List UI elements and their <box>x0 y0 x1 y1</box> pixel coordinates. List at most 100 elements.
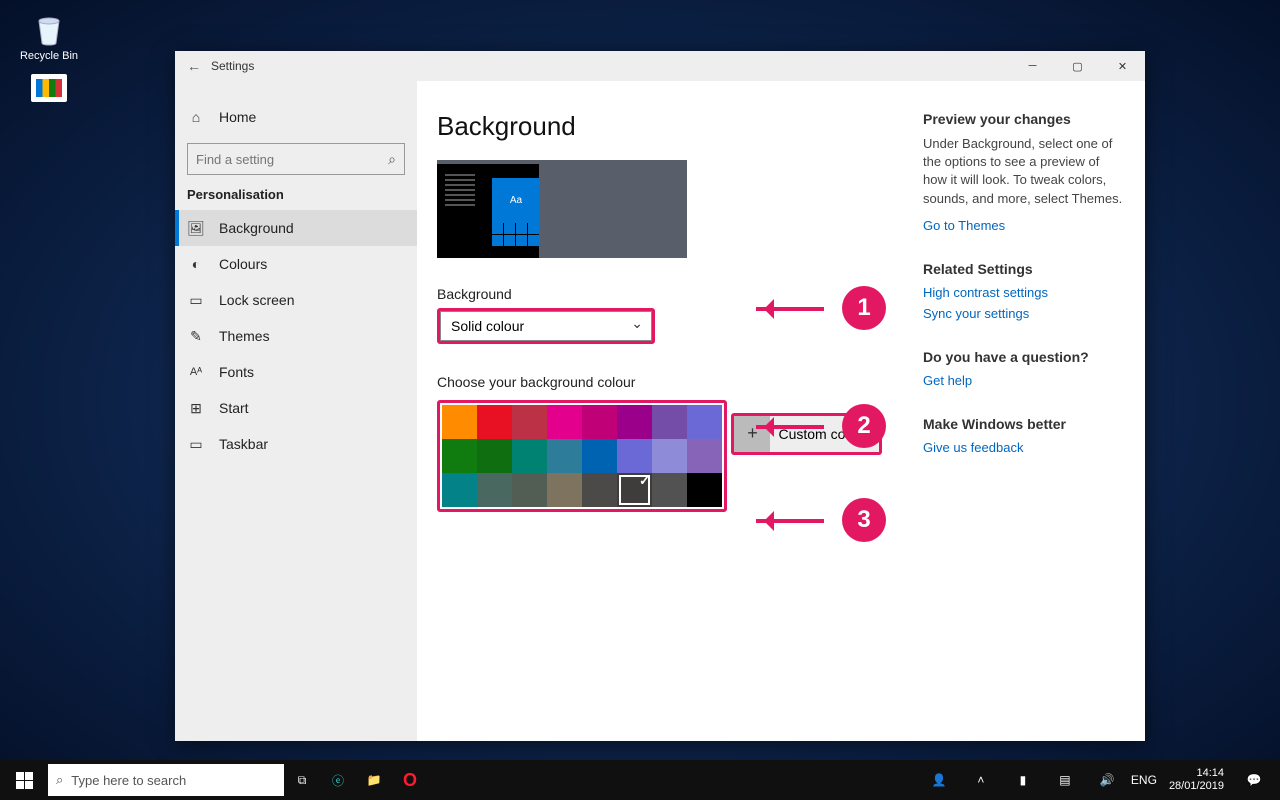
colour-swatch[interactable] <box>477 439 512 473</box>
sidebar-home[interactable]: ⌂ Home <box>175 99 417 135</box>
font-icon: Aᴬ <box>187 363 205 381</box>
home-icon: ⌂ <box>187 108 205 126</box>
colour-swatch[interactable] <box>687 405 722 439</box>
colour-swatch[interactable] <box>442 405 477 439</box>
edge-icon[interactable]: ⓔ <box>320 760 356 800</box>
recycle-bin-icon[interactable]: Recycle Bin <box>14 6 84 62</box>
sidebar-item-taskbar[interactable]: ▭ Taskbar <box>175 426 417 462</box>
sidebar-item-themes[interactable]: ✎ Themes <box>175 318 417 354</box>
sidebar-item-background[interactable]: 🖼 Background <box>175 210 417 246</box>
colour-swatch[interactable] <box>547 473 582 507</box>
question-heading: Do you have a question? <box>923 349 1125 365</box>
better-heading: Make Windows better <box>923 416 1125 432</box>
sidebar-item-label: Start <box>219 400 249 416</box>
colour-swatch[interactable] <box>582 473 617 507</box>
close-button[interactable]: ✕ <box>1100 51 1145 81</box>
sidebar-item-fonts[interactable]: Aᴬ Fonts <box>175 354 417 390</box>
control-panel-icon[interactable] <box>14 74 84 104</box>
colour-swatch[interactable] <box>547 439 582 473</box>
high-contrast-link[interactable]: High contrast settings <box>923 285 1125 300</box>
sidebar: ⌂ Home ⌕ Personalisation 🖼 Background ◐ … <box>175 81 417 741</box>
start-button[interactable] <box>0 760 48 800</box>
people-icon[interactable]: 👤 <box>921 760 957 800</box>
sidebar-category: Personalisation <box>175 187 417 210</box>
preview-text: Under Background, select one of the opti… <box>923 135 1125 208</box>
page-title: Background <box>437 111 923 142</box>
search-icon: ⌕ <box>56 772 63 788</box>
volume-icon[interactable]: 🔊 <box>1089 760 1125 800</box>
annotation-badge: 3 <box>842 498 886 542</box>
related-heading: Related Settings <box>923 261 1125 277</box>
colour-swatch[interactable] <box>652 473 687 507</box>
aside-panel: Preview your changes Under Background, s… <box>923 111 1145 741</box>
sidebar-item-label: Themes <box>219 328 270 344</box>
colour-swatch[interactable] <box>442 439 477 473</box>
sidebar-item-label: Colours <box>219 256 267 272</box>
titlebar: ← Settings ─ ▢ ✕ <box>175 51 1145 81</box>
clock[interactable]: 14:14 28/01/2019 <box>1163 767 1230 793</box>
back-button[interactable]: ← <box>187 58 205 74</box>
minimize-button[interactable]: ─ <box>1010 51 1055 81</box>
sidebar-item-colours[interactable]: ◐ Colours <box>175 246 417 282</box>
maximize-button[interactable]: ▢ <box>1055 51 1100 81</box>
arrow-icon <box>756 305 836 311</box>
start-icon: ⊞ <box>187 399 205 417</box>
tray-chevron-icon[interactable]: ˄ <box>963 760 999 800</box>
taskbar-icon: ▭ <box>187 435 205 453</box>
colour-swatch[interactable] <box>477 473 512 507</box>
annotation-badge: 2 <box>842 404 886 448</box>
action-center-icon[interactable]: 💬 <box>1236 760 1272 800</box>
search-field[interactable] <box>196 152 388 167</box>
preview-sample-text: Aa <box>492 178 540 223</box>
colour-swatch[interactable] <box>582 405 617 439</box>
feedback-link[interactable]: Give us feedback <box>923 440 1125 455</box>
sidebar-item-lockscreen[interactable]: ▭ Lock screen <box>175 282 417 318</box>
colour-swatch[interactable] <box>687 439 722 473</box>
colour-swatch[interactable] <box>442 473 477 507</box>
colour-swatch[interactable] <box>582 439 617 473</box>
sidebar-item-start[interactable]: ⊞ Start <box>175 390 417 426</box>
sidebar-item-label: Background <box>219 220 294 236</box>
annotation-badge: 1 <box>842 286 886 330</box>
date: 28/01/2019 <box>1169 780 1224 793</box>
colour-swatch[interactable] <box>617 405 652 439</box>
brush-icon: ✎ <box>187 327 205 345</box>
dropdown-value: Solid colour <box>451 318 524 334</box>
search-input[interactable]: ⌕ <box>187 143 405 175</box>
arrow-icon <box>756 423 836 429</box>
colour-swatch[interactable] <box>617 439 652 473</box>
colour-swatch[interactable] <box>617 473 652 507</box>
annotation-2: 2 <box>756 404 886 448</box>
task-view-button[interactable]: ⧉ <box>284 760 320 800</box>
opera-icon[interactable]: O <box>392 760 428 800</box>
search-icon: ⌕ <box>388 151 396 168</box>
home-label: Home <box>219 109 256 125</box>
palette-icon: ◐ <box>187 255 205 273</box>
colour-palette <box>442 405 722 507</box>
background-preview: Aa <box>437 160 687 258</box>
colour-swatch[interactable] <box>652 439 687 473</box>
colour-swatch[interactable] <box>477 405 512 439</box>
colour-swatch[interactable] <box>652 405 687 439</box>
arrow-icon <box>756 517 836 523</box>
sidebar-item-label: Fonts <box>219 364 254 380</box>
colour-swatch[interactable] <box>512 473 547 507</box>
colour-swatch[interactable] <box>512 405 547 439</box>
taskbar-search[interactable]: ⌕ Type here to search <box>48 764 284 796</box>
search-placeholder: Type here to search <box>71 773 186 788</box>
background-dropdown[interactable]: Solid colour <box>440 311 652 341</box>
lock-icon: ▭ <box>187 291 205 309</box>
colour-swatch[interactable] <box>512 439 547 473</box>
language-indicator[interactable]: ENG <box>1131 773 1157 787</box>
preview-heading: Preview your changes <box>923 111 1125 127</box>
sync-link[interactable]: Sync your settings <box>923 306 1125 321</box>
themes-link[interactable]: Go to Themes <box>923 218 1125 233</box>
taskbar: ⌕ Type here to search ⧉ ⓔ 📁 O 👤 ˄ ▮ ▤ 🔊 … <box>0 760 1280 800</box>
network-icon[interactable]: ▤ <box>1047 760 1083 800</box>
colour-swatch[interactable] <box>687 473 722 507</box>
help-link[interactable]: Get help <box>923 373 1125 388</box>
file-explorer-icon[interactable]: 📁 <box>356 760 392 800</box>
colour-swatch[interactable] <box>547 405 582 439</box>
battery-icon[interactable]: ▮ <box>1005 760 1041 800</box>
settings-window: ← Settings ─ ▢ ✕ ⌂ Home ⌕ Personalisatio… <box>175 51 1145 741</box>
